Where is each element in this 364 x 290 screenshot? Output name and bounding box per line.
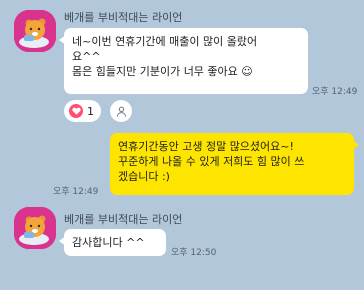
sender-name: 베개를 부비적대는 라이언: [64, 11, 183, 24]
message-time: 오후 12:49: [312, 87, 358, 97]
sender-avatar[interactable]: [14, 10, 56, 52]
message-line: 겠습니다 :): [118, 170, 170, 183]
reaction-user-button[interactable]: [110, 100, 132, 122]
message-line: 연휴기간동안 고생 정말 많으셨어요~!: [118, 140, 294, 153]
message-line: 감사합니다 ^^: [72, 236, 145, 249]
message-bubble[interactable]: 네~이번 연휴기간에 매출이 많이 올랐어 요^^ 몸은 힘들지만 기분이가 너…: [59, 28, 308, 94]
message-bubble[interactable]: 연휴기간동안 고생 정말 많으셨어요~! 꾸준하게 나올 수 있게 저희도 힘 …: [110, 133, 359, 195]
message-line: 요^^: [72, 50, 101, 63]
heart-icon: [69, 104, 83, 118]
message-bubble[interactable]: 감사합니다 ^^: [59, 229, 166, 256]
reaction-button[interactable]: 1: [64, 100, 101, 122]
person-icon: [116, 106, 126, 117]
ryan-character-icon: [14, 207, 56, 249]
message-line: 몸은 힘들지만 기분이가 너무 좋아요 ☺: [72, 65, 253, 78]
reaction-count: 1: [87, 104, 94, 118]
sender-avatar[interactable]: [14, 207, 56, 249]
message-time: 오후 12:50: [171, 248, 217, 258]
message-line: 꾸준하게 나올 수 있게 저희도 힘 많이 쓰: [118, 155, 305, 168]
ryan-character-icon: [14, 10, 56, 52]
message-time: 오후 12:49: [53, 187, 99, 197]
sender-name: 베개를 부비적대는 라이언: [64, 213, 183, 226]
message-line: 네~이번 연휴기간에 매출이 많이 올랐어: [72, 35, 258, 48]
